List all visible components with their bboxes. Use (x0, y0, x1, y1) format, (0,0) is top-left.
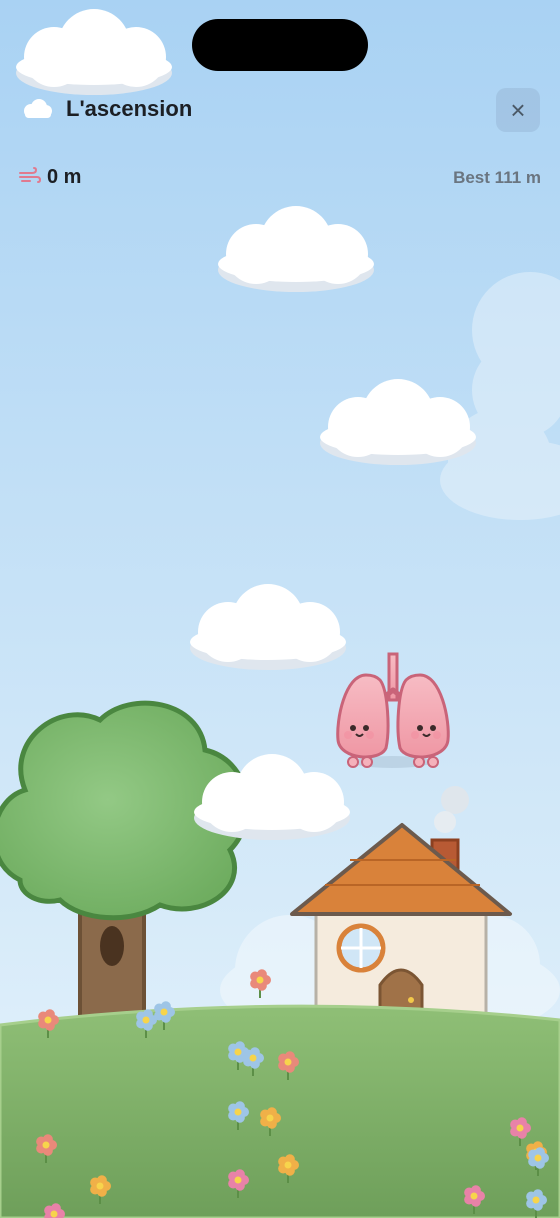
best-score: Best 111 m (453, 168, 541, 188)
cloud-icon (24, 99, 52, 118)
wind-icon (19, 167, 41, 183)
close-icon: × (510, 95, 526, 125)
best-label: Best (453, 168, 490, 187)
height-value: 0 m (47, 166, 82, 188)
close-button[interactable]: × (496, 88, 540, 132)
best-value: 111 m (494, 168, 541, 187)
page-title: L'ascension (66, 96, 193, 121)
dynamic-island (192, 19, 368, 71)
